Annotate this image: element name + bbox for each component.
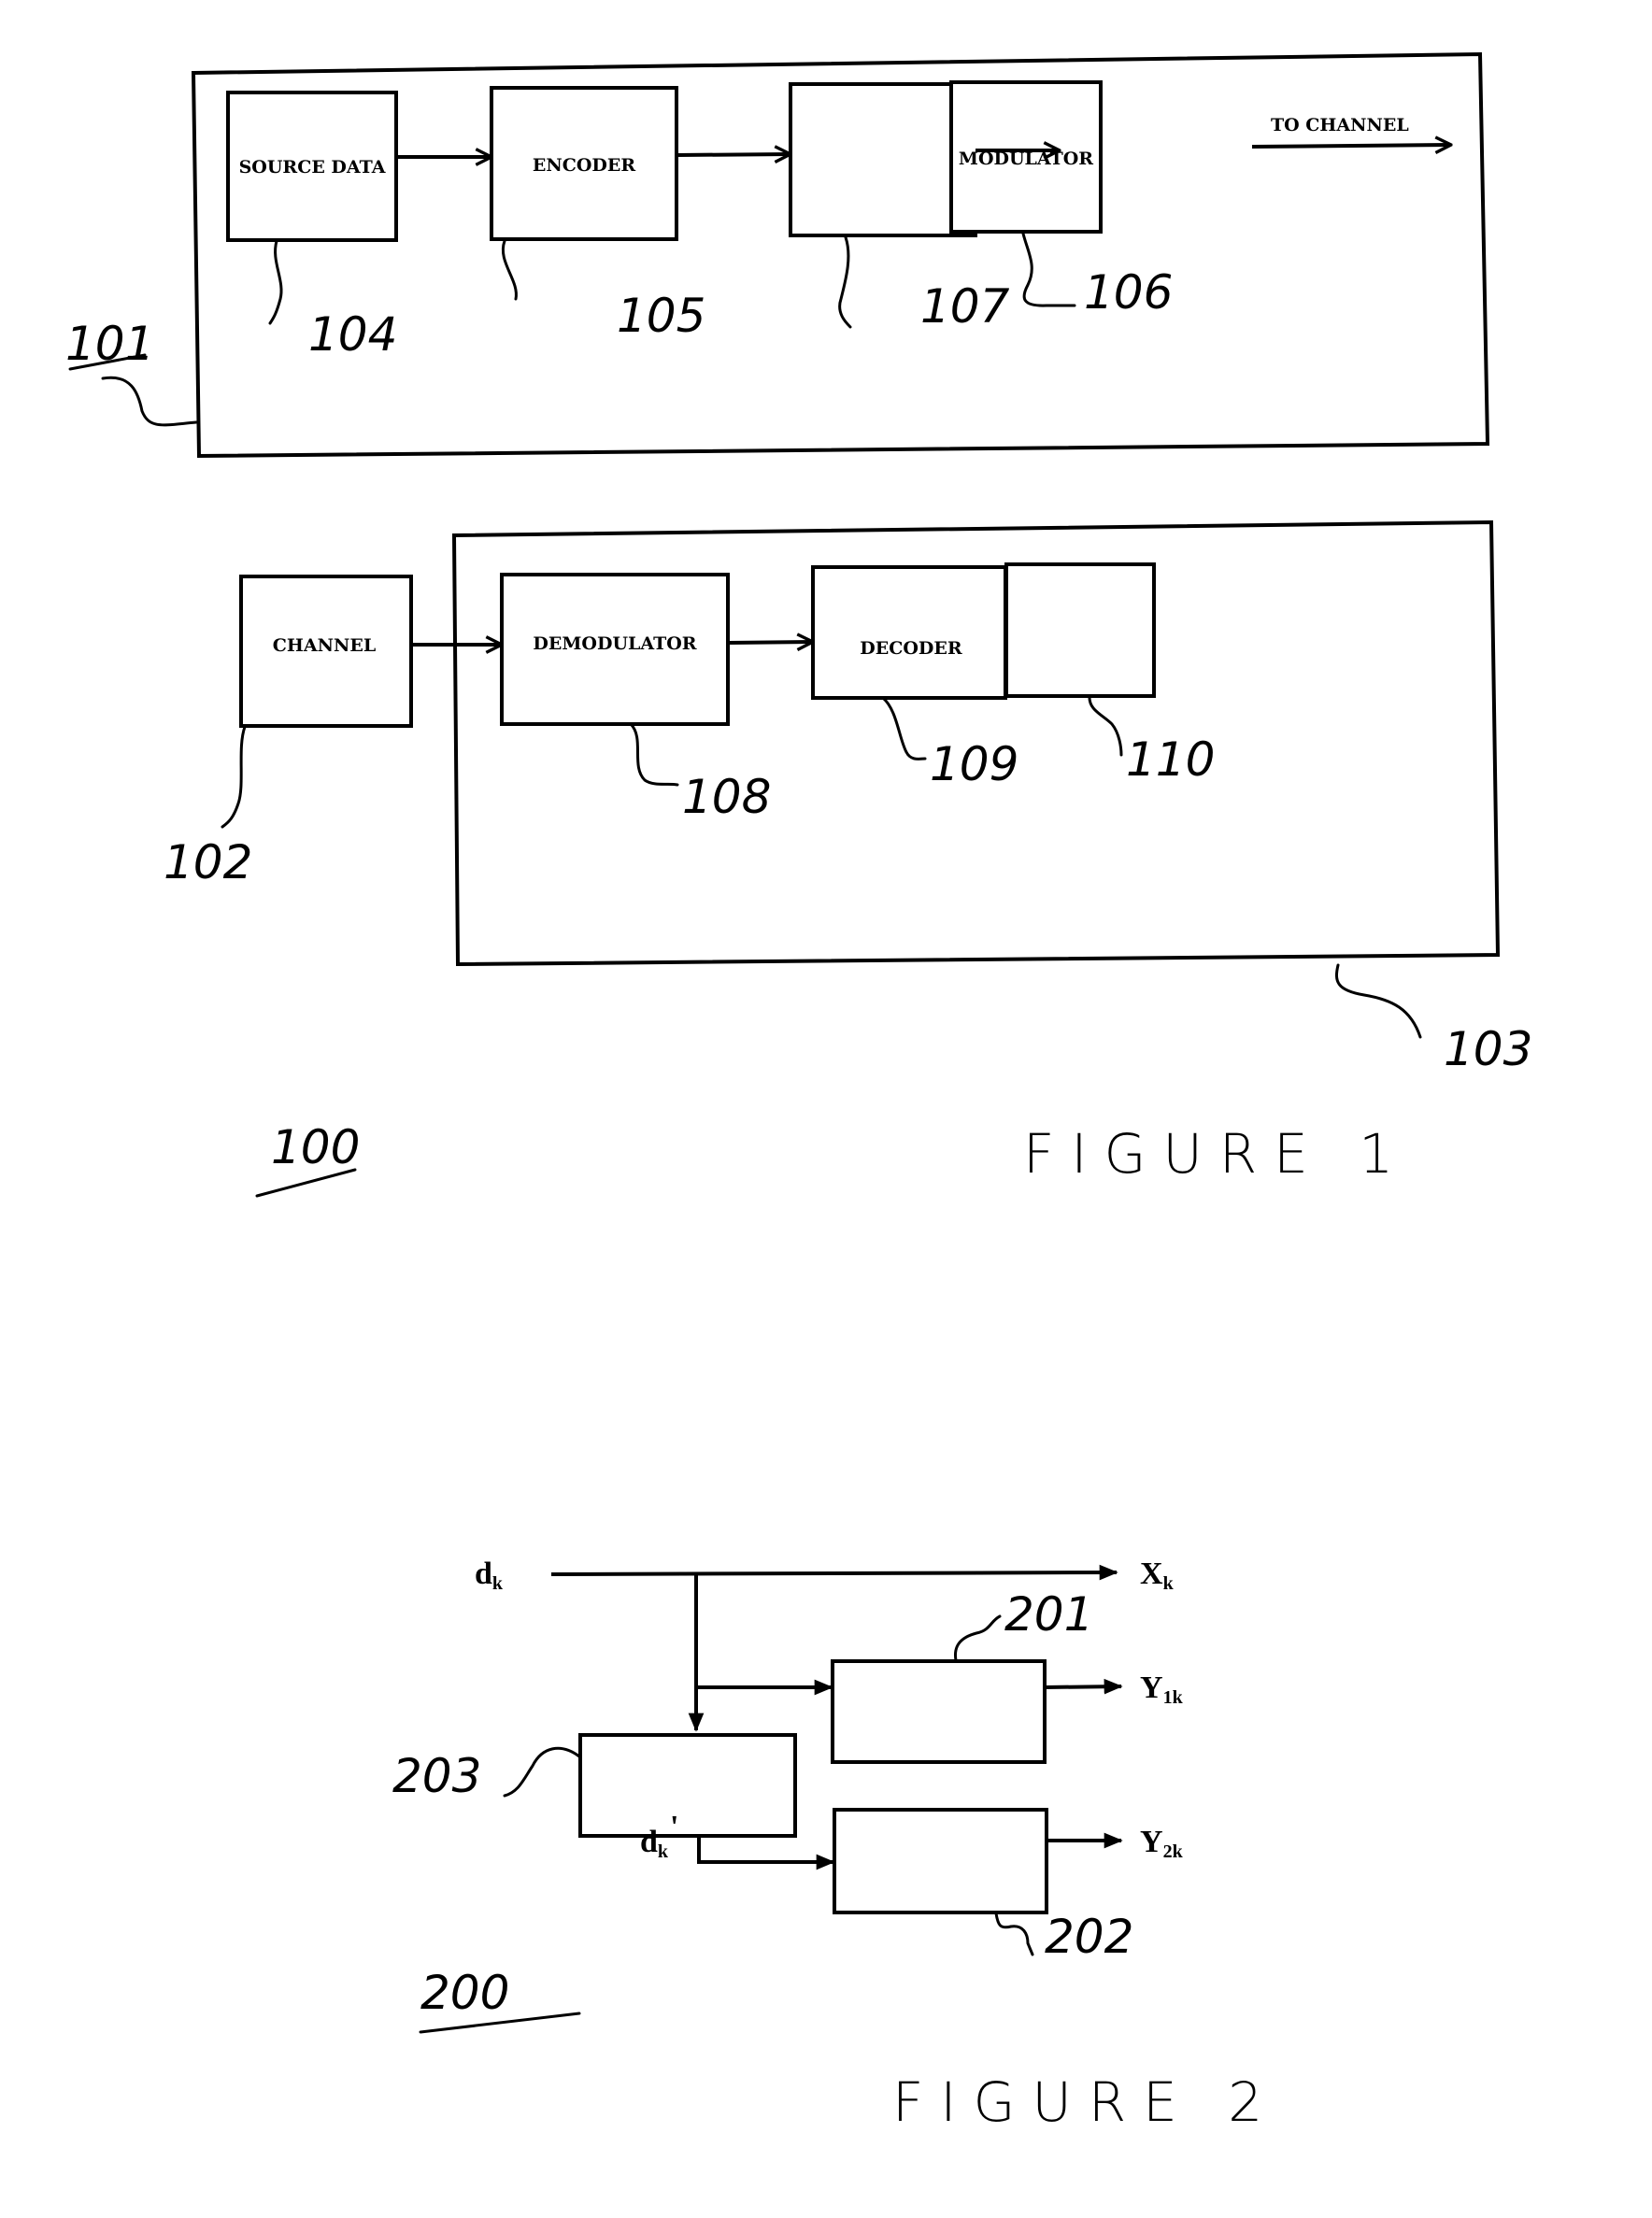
encoder-202-block [833, 1808, 1048, 1914]
leader-109 [881, 696, 927, 761]
line-dk-to-xk [550, 1564, 1118, 1581]
line-dk-prime-to-202 [697, 1837, 835, 1870]
decoder-label: DECODER [860, 638, 962, 659]
leader-106 [1021, 232, 1076, 307]
leader-201 [953, 1614, 1002, 1662]
signal-y2k-base: Y [1140, 1825, 1163, 1859]
signal-dk-label: dk [475, 1557, 504, 1594]
signal-y1k-base: Y [1140, 1671, 1163, 1705]
channel-label: CHANNEL [273, 635, 376, 656]
leader-110 [1088, 694, 1123, 757]
signal-xk-sub: k [1163, 1573, 1175, 1594]
leader-103 [1334, 963, 1422, 1039]
sink-block [1004, 562, 1156, 698]
ref-109: 109 [930, 737, 1018, 791]
figure-2-caption: FIGURE 2 [892, 2070, 1279, 2134]
signal-y2k-sub: 2k [1163, 1841, 1184, 1862]
signal-dk-base: d [475, 1557, 492, 1591]
signal-xk-label: Xk [1140, 1557, 1175, 1594]
interleaver-203-block [578, 1733, 797, 1838]
ref-105: 105 [617, 289, 705, 343]
figure-ref-200: 200 [420, 1966, 509, 2020]
signal-dk-prime-sub: k [658, 1841, 669, 1862]
signal-y1k-sub: 1k [1163, 1687, 1184, 1708]
leader-101 [101, 376, 198, 427]
ref-102: 102 [164, 835, 252, 889]
signal-y2k-label: Y2k [1140, 1825, 1184, 1862]
figure-1: SOURCE DATA ENCODER MODULATOR TO CHANNEL… [65, 51, 1532, 1198]
leader-105 [501, 239, 518, 301]
leader-107 [838, 235, 852, 329]
leader-102 [221, 725, 247, 829]
leader-203 [503, 1746, 581, 1798]
block-107 [789, 82, 977, 237]
ref-108: 108 [682, 770, 771, 824]
to-channel-label: TO CHANNEL [1271, 115, 1409, 135]
source-data-label: SOURCE DATA [239, 157, 386, 178]
ref-110: 110 [1126, 732, 1215, 787]
arrow-demodulator-to-decoder [727, 642, 813, 643]
signal-dk-prime-mark: ' [670, 1810, 678, 1844]
arrow-to-channel [1251, 145, 1451, 147]
encoder-201-block [831, 1659, 1047, 1764]
ref-104: 104 [308, 307, 397, 362]
figure-1-caption: FIGURE 1 [1023, 1122, 1410, 1186]
signal-dk-prime-base: d [640, 1825, 658, 1859]
leader-104 [268, 239, 283, 325]
encoder-label: ENCODER [533, 155, 635, 176]
signal-xk-base: X [1140, 1557, 1163, 1591]
arrow-201-to-y1k [1044, 1678, 1123, 1695]
ref-203: 203 [392, 1749, 481, 1803]
arrow-encoder-to-107 [676, 154, 790, 155]
signal-y1k-label: Y1k [1140, 1671, 1184, 1708]
ref-106: 106 [1084, 265, 1173, 320]
figure-ref-100: 100 [271, 1120, 360, 1174]
decoder-block [811, 565, 1007, 700]
patent-drawing-sheet: SOURCE DATA ENCODER MODULATOR TO CHANNEL… [65, 51, 1532, 2134]
ref-202: 202 [1045, 1910, 1133, 1964]
demodulator-label: DEMODULATOR [533, 633, 696, 654]
signal-dk-sub: k [492, 1573, 504, 1594]
figure-2: dk Xk Y1k Y2k dk' 201 202 203 200 FIGURE… [392, 1557, 1279, 2134]
ref-103: 103 [1444, 1022, 1532, 1076]
ref-201: 201 [1004, 1587, 1093, 1642]
leader-108 [629, 722, 679, 787]
ref-107: 107 [920, 279, 1010, 334]
leader-202 [994, 1912, 1034, 1956]
